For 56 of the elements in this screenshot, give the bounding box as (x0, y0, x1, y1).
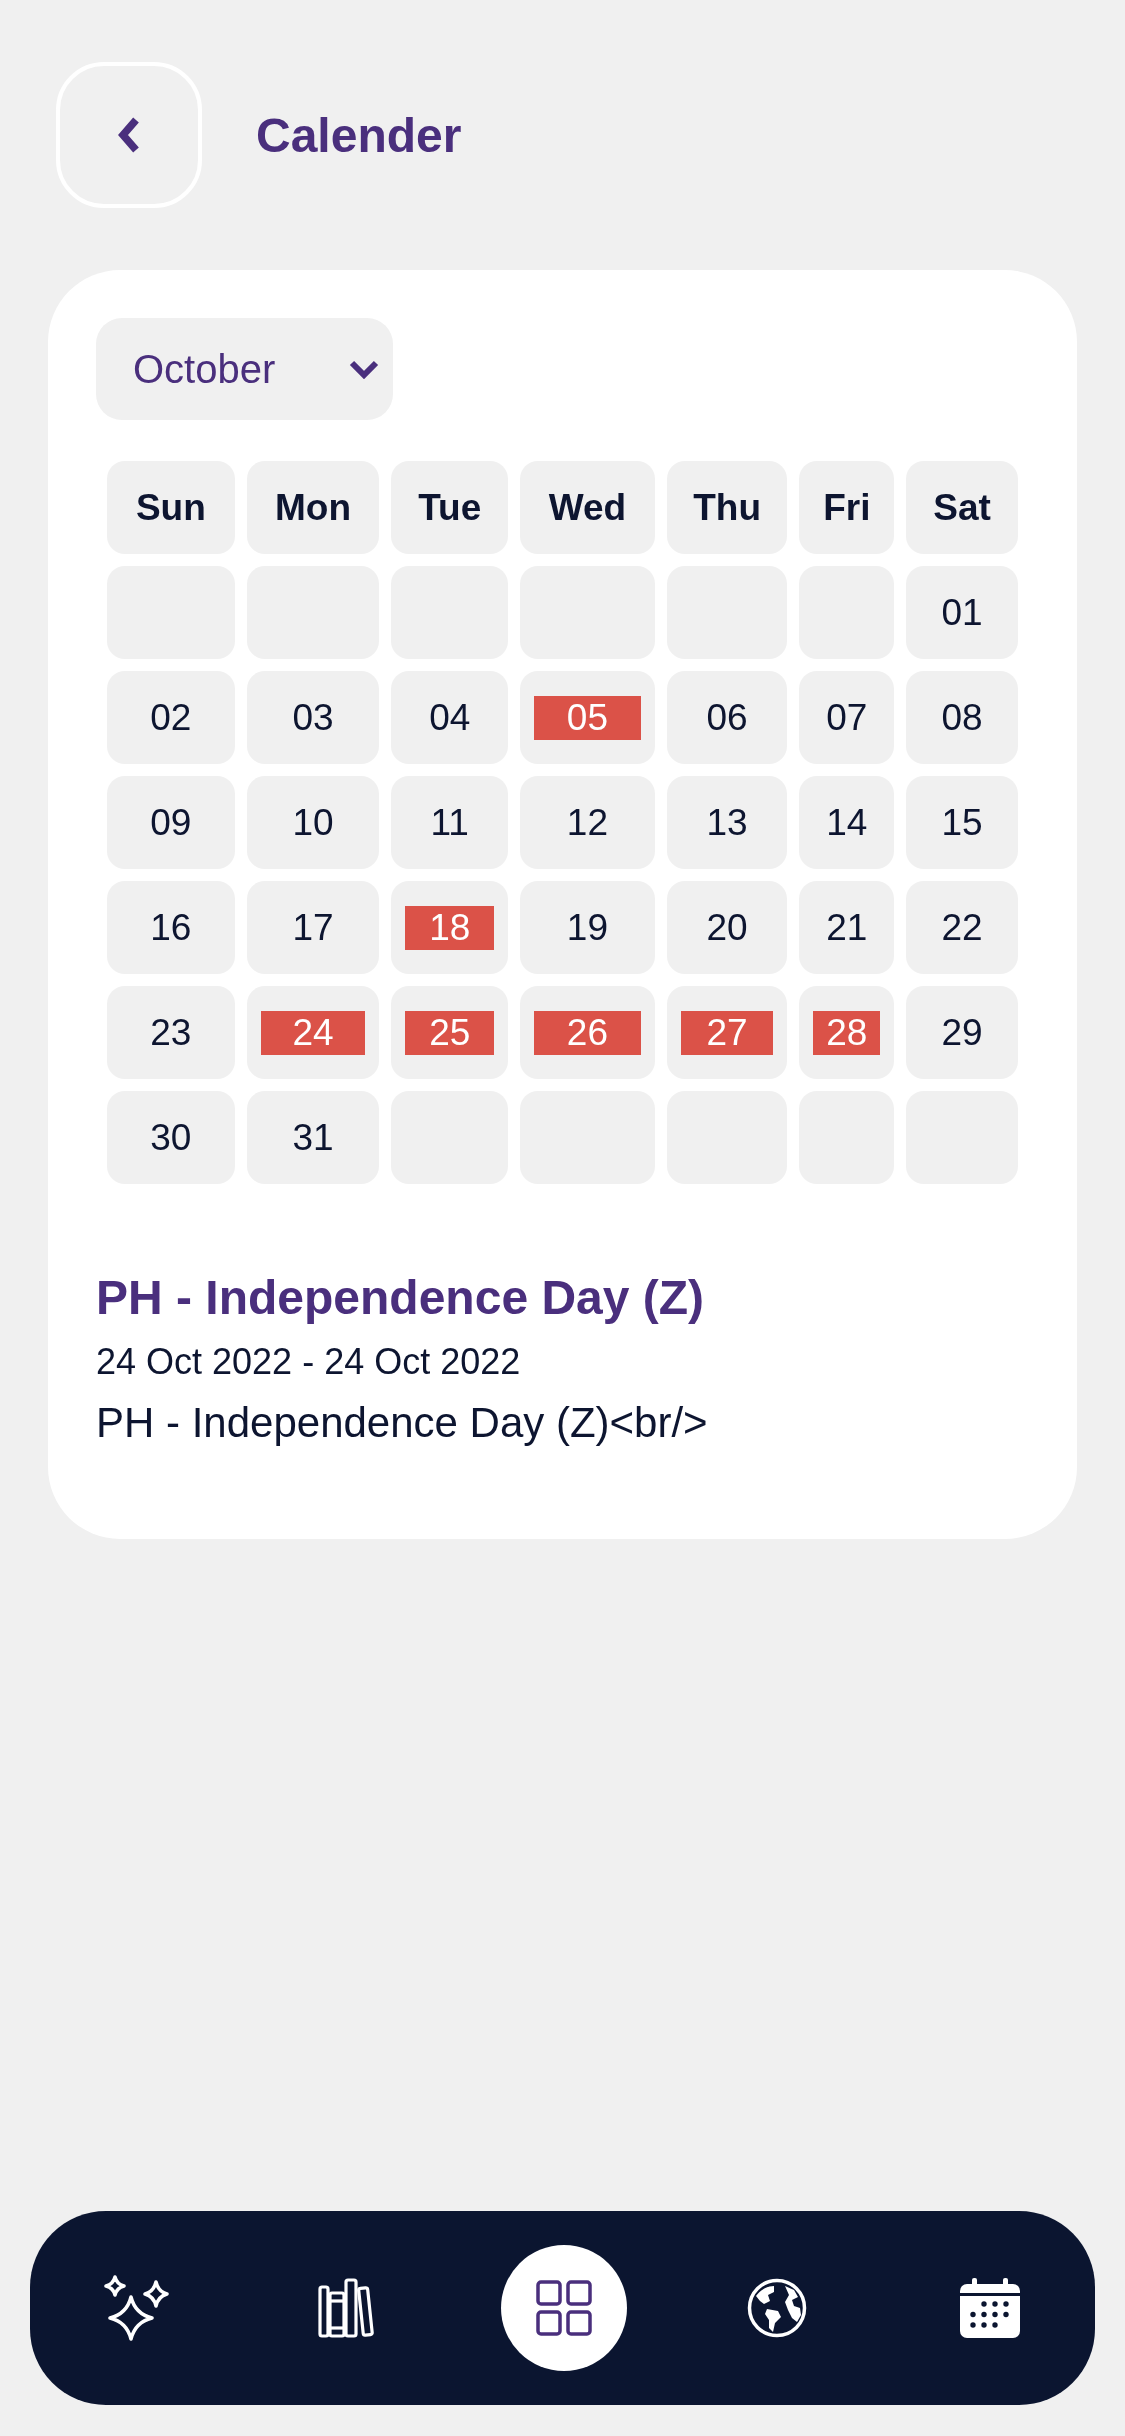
date-cell[interactable]: 05 (520, 671, 655, 764)
date-cell[interactable]: 27 (666, 986, 788, 1079)
event-date-highlight: 27 (680, 1010, 774, 1055)
date-cell[interactable]: 20 (666, 881, 788, 974)
weekday-header: Mon (246, 461, 380, 554)
date-cell[interactable]: 14 (799, 776, 895, 869)
date-cell[interactable]: 19 (520, 881, 655, 974)
weekday-header: Thu (666, 461, 788, 554)
date-cell[interactable]: 28 (799, 986, 895, 1079)
date-cell[interactable]: 25 (391, 986, 509, 1079)
date-cell[interactable]: 07 (799, 671, 895, 764)
date-cell[interactable]: 04 (391, 671, 509, 764)
date-cell[interactable]: 23 (107, 986, 235, 1079)
event-date-highlight: 26 (534, 1010, 641, 1055)
caret-down-icon (349, 359, 379, 379)
event-date-highlight: 18 (405, 905, 495, 950)
date-cell[interactable]: 02 (107, 671, 235, 764)
date-cell[interactable]: 03 (246, 671, 380, 764)
date-cell[interactable]: 18 (391, 881, 509, 974)
chevron-left-icon (118, 117, 140, 153)
date-cell[interactable]: 16 (107, 881, 235, 974)
calendar-icon (960, 2278, 1020, 2338)
date-cell[interactable]: 12 (520, 776, 655, 869)
event-date-highlight: 24 (260, 1010, 366, 1055)
event-date-highlight: 28 (813, 1010, 881, 1055)
event-date-highlight: 05 (534, 695, 641, 740)
date-cell[interactable]: 22 (906, 881, 1018, 974)
date-cell[interactable]: 30 (107, 1091, 235, 1184)
date-cell[interactable]: 08 (906, 671, 1018, 764)
date-cell[interactable]: 06 (666, 671, 788, 764)
date-cell[interactable]: 09 (107, 776, 235, 869)
grid-icon (535, 2280, 592, 2336)
date-cell[interactable]: 31 (246, 1091, 380, 1184)
date-cell[interactable]: 11 (391, 776, 509, 869)
month-dropdown[interactable]: October (96, 318, 393, 420)
weekday-header: Tue (391, 461, 509, 554)
event-dates: 24 Oct 2022 - 24 Oct 2022 (96, 1340, 522, 1384)
event-title: PH - Independence Day (Z) (96, 1270, 706, 1326)
date-cell[interactable]: 01 (906, 566, 1018, 659)
date-cell[interactable]: 15 (906, 776, 1018, 869)
weekday-header: Sat (906, 461, 1018, 554)
date-cell[interactable]: 29 (906, 986, 1018, 1079)
date-cell[interactable]: 10 (246, 776, 380, 869)
date-cell[interactable]: 26 (520, 986, 655, 1079)
sparkles-icon (104, 2275, 170, 2341)
date-cell[interactable]: 21 (799, 881, 895, 974)
globe-icon (746, 2278, 807, 2338)
weekday-header: Fri (799, 461, 895, 554)
date-cell[interactable]: 13 (666, 776, 788, 869)
page-title: Calender (256, 107, 462, 163)
weekday-header: Sun (107, 461, 235, 554)
date-cell[interactable]: 24 (246, 986, 380, 1079)
event-description: PH - Independence Day (Z)<br/> (96, 1398, 709, 1448)
weekday-header: Wed (520, 461, 655, 554)
event-date-highlight: 25 (405, 1010, 495, 1055)
date-cell[interactable]: 17 (246, 881, 380, 974)
